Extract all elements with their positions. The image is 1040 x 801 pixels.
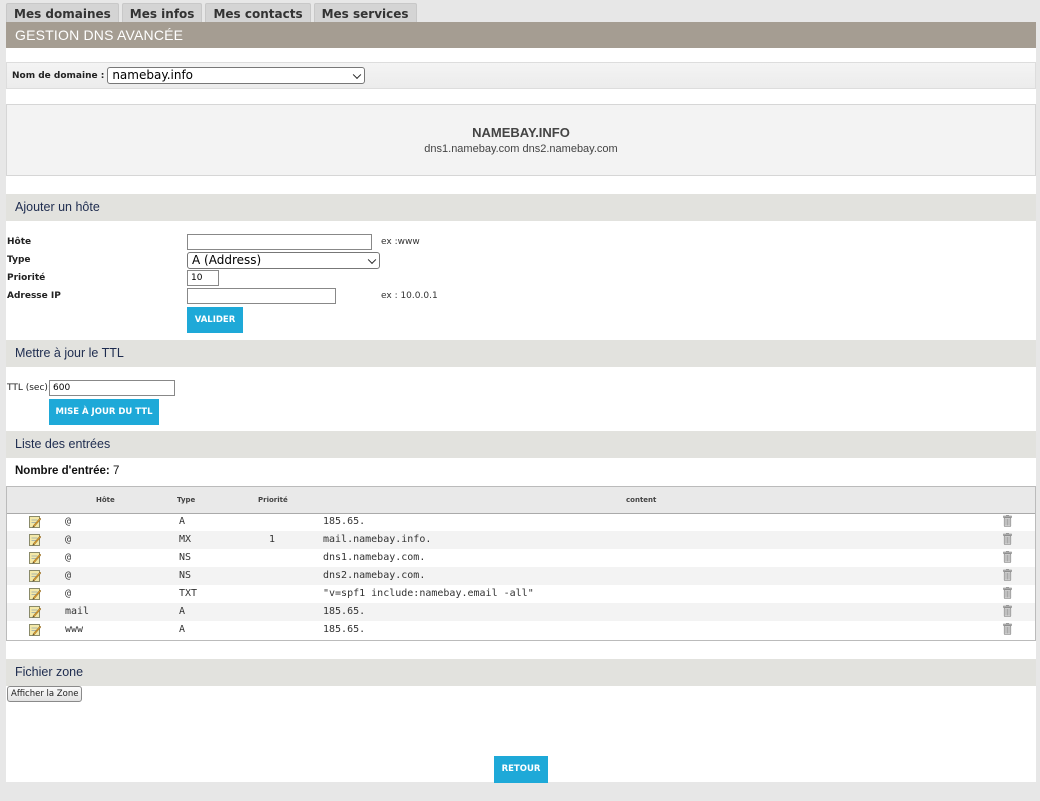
cell-host: @ xyxy=(65,516,72,527)
tab-mes-infos[interactable]: Mes infos xyxy=(121,3,203,23)
cell-host: @ xyxy=(65,534,72,545)
table-row: @ NS dns2.namebay.com. xyxy=(7,567,1035,585)
entries-count-label: Nombre d'entrée: xyxy=(15,465,110,477)
page-content: GESTION DNS AVANCÉE Nom de domaine : nam… xyxy=(6,22,1036,783)
trash-icon[interactable] xyxy=(1003,551,1012,563)
cell-type: MX xyxy=(179,534,192,545)
edit-note-icon[interactable] xyxy=(29,623,41,636)
tab-mes-services[interactable]: Mes services xyxy=(313,3,417,23)
table-row: @ A 185.65. xyxy=(7,513,1035,531)
cell-content: "v=spf1 include:namebay.email -all" xyxy=(323,588,534,599)
cell-priority: 1 xyxy=(269,534,276,545)
show-zone-button[interactable]: Afficher la Zone xyxy=(7,686,83,702)
table-row: @ TXT "v=spf1 include:namebay.email -all" xyxy=(7,585,1035,603)
ip-hint: ex : 10.0.0.1 xyxy=(381,291,438,301)
cell-type: A xyxy=(179,624,186,635)
column-content: content xyxy=(626,496,657,504)
cell-type: NS xyxy=(179,570,192,581)
edit-note-icon[interactable] xyxy=(29,533,41,546)
trash-icon[interactable] xyxy=(1003,515,1012,527)
domain-select[interactable]: namebay.info xyxy=(107,67,366,84)
cell-content: dns1.namebay.com. xyxy=(323,552,426,563)
domain-select-value: namebay.info xyxy=(112,68,194,82)
section-add-host: Ajouter un hôte xyxy=(6,194,1036,221)
trash-icon[interactable] xyxy=(1003,533,1012,545)
type-label: Type xyxy=(7,255,31,265)
top-tabs: Mes domaines Mes infos Mes contacts Mes … xyxy=(6,3,420,23)
back-button[interactable]: RETOUR xyxy=(494,756,548,783)
cell-content: 185.65. xyxy=(323,516,366,527)
domain-selector-label: Nom de domaine : xyxy=(12,70,105,81)
host-hint: ex :www xyxy=(381,237,420,247)
edit-note-icon[interactable] xyxy=(29,515,41,528)
ip-input[interactable] xyxy=(187,288,336,304)
edit-note-icon[interactable] xyxy=(29,605,41,618)
edit-note-icon[interactable] xyxy=(29,551,41,564)
cell-content: mail.namebay.info. xyxy=(323,534,432,545)
trash-icon[interactable] xyxy=(1003,605,1012,617)
update-ttl-button[interactable]: MISE À JOUR DU TTL xyxy=(49,399,159,425)
cell-host: mail xyxy=(65,606,90,617)
table-row: mail A 185.65. xyxy=(7,603,1035,621)
table-row: www A 185.65. xyxy=(7,621,1035,639)
host-label: Hôte xyxy=(7,237,32,247)
cell-type: TXT xyxy=(179,588,198,599)
table-row: @ MX 1 mail.namebay.info. xyxy=(7,531,1035,549)
section-ttl: Mettre à jour le TTL xyxy=(6,340,1036,367)
trash-icon[interactable] xyxy=(1003,623,1012,635)
validate-button[interactable]: VALIDER xyxy=(187,307,243,333)
edit-note-icon[interactable] xyxy=(29,569,41,582)
domain-name: NAMEBAY.INFO xyxy=(472,125,570,140)
cell-type: A xyxy=(179,516,186,527)
column-priority: Priorité xyxy=(258,496,288,504)
ttl-input[interactable]: 600 xyxy=(49,380,175,396)
dns-entries-table: Hôte Type Priorité content @ A 185.65. @ MX 1… xyxy=(6,486,1036,641)
ip-label: Adresse IP xyxy=(7,291,61,301)
entries-count: Nombre d'entrée: 7 xyxy=(15,465,119,477)
domain-info-card: NAMEBAY.INFO dns1.namebay.com dns2.nameb… xyxy=(6,104,1036,176)
section-zone-file: Fichier zone xyxy=(6,659,1036,686)
cell-host: @ xyxy=(65,552,72,563)
cell-type: NS xyxy=(179,552,192,563)
table-row: @ NS dns1.namebay.com. xyxy=(7,549,1035,567)
entries-count-value: 7 xyxy=(112,465,120,477)
ttl-label: TTL (sec): xyxy=(7,383,51,393)
cell-type: A xyxy=(179,606,186,617)
cell-host: www xyxy=(65,624,84,635)
cell-content: dns2.namebay.com. xyxy=(323,570,426,581)
page-title: GESTION DNS AVANCÉE xyxy=(6,22,1036,48)
priority-label: Priorité xyxy=(7,273,46,283)
column-type: Type xyxy=(177,496,196,504)
tab-mes-domaines[interactable]: Mes domaines xyxy=(6,3,119,23)
section-entries: Liste des entrées xyxy=(6,431,1036,458)
edit-note-icon[interactable] xyxy=(29,587,41,600)
cell-host: @ xyxy=(65,588,72,599)
table-header: Hôte Type Priorité content xyxy=(7,487,1035,514)
trash-icon[interactable] xyxy=(1003,569,1012,581)
type-select[interactable]: A (Address) xyxy=(187,252,380,269)
cell-content: 185.65. xyxy=(323,624,366,635)
type-select-value: A (Address) xyxy=(192,253,262,267)
column-host: Hôte xyxy=(96,496,115,504)
priority-input[interactable]: 10 xyxy=(187,270,219,286)
chevron-down-icon xyxy=(353,70,362,79)
domain-nameservers: dns1.namebay.com dns2.namebay.com xyxy=(424,143,618,155)
cell-content: 185.65. xyxy=(323,606,366,617)
tab-mes-contacts[interactable]: Mes contacts xyxy=(205,3,311,23)
host-input[interactable] xyxy=(187,234,372,250)
domain-selector-bar: Nom de domaine : namebay.info xyxy=(6,62,1036,89)
trash-icon[interactable] xyxy=(1003,587,1012,599)
chevron-down-icon xyxy=(367,255,377,264)
cell-host: @ xyxy=(65,570,72,581)
